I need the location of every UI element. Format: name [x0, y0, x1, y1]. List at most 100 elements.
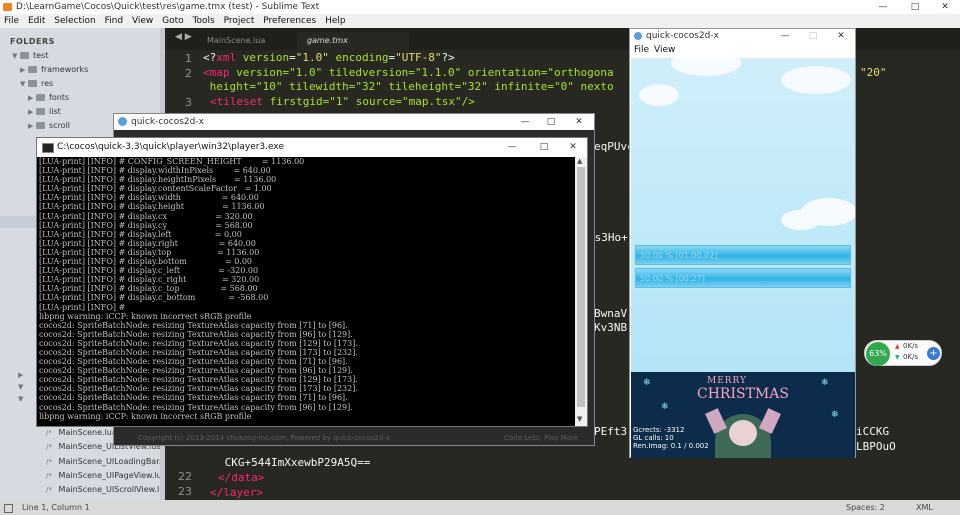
cloud: [671, 58, 741, 76]
merry-text: MERRY: [707, 376, 748, 386]
close-button[interactable]: ✕: [564, 115, 594, 129]
game-christmas-scene[interactable]: ❄ ❄ ❄ ❄ MERRY CHRISTMAS Gcrects: -3312 G…: [631, 372, 855, 458]
sim-menu-file[interactable]: File: [634, 43, 649, 57]
tree-arrow[interactable]: ▶: [18, 370, 26, 379]
console-line: libpng warning: iCCP: known incorrect sR…: [39, 311, 252, 321]
console-line: [LUA-print] [INFO] # CONFIG_SCREEN_HEIGH…: [39, 157, 305, 166]
tab-game-tmx[interactable]: game.tmx: [297, 32, 409, 50]
code-line-23[interactable]: </layer>: [210, 486, 263, 499]
code-line-2[interactable]: <map version="1.0" tiledversion="1.1.0" …: [203, 66, 614, 79]
menu-edit[interactable]: Edit: [28, 16, 45, 26]
scroll-down-arrow-icon[interactable]: ▼: [577, 415, 582, 423]
tree-item-fonts[interactable]: ▶ fonts: [28, 93, 69, 102]
tree-file-mainscene[interactable]: /* MainScene.lua: [46, 428, 117, 437]
console-line: [LUA-print] [INFO] #: [39, 302, 126, 312]
window-titlebar: D:\LearnGame\Cocos\Quick\test\res\game.t…: [0, 0, 960, 14]
menu-project[interactable]: Project: [224, 16, 255, 26]
code-line-2-wrap[interactable]: height="10" tilewidth="32" tileheight="3…: [203, 80, 614, 93]
tree-file-uipageview[interactable]: /* MainScene_UIPageView.lua: [46, 471, 167, 480]
tab-nav-arrows-icon[interactable]: ◀ ▶: [175, 32, 192, 42]
minimize-button[interactable]: —: [770, 29, 800, 43]
menu-preferences[interactable]: Preferences: [263, 16, 316, 26]
console-window[interactable]: C:\cocos\quick-3.3\quick\player\win32\pl…: [36, 137, 588, 427]
maximize-button[interactable]: □: [536, 115, 566, 129]
minimize-button[interactable]: —: [497, 140, 527, 154]
close-button[interactable]: ✕: [558, 140, 588, 154]
folder-icon: [36, 94, 45, 101]
menu-selection[interactable]: Selection: [54, 16, 95, 26]
scroll-thumb[interactable]: [577, 167, 585, 407]
tree-item-test[interactable]: ▼ test: [12, 51, 48, 60]
tree-item-res[interactable]: ▼ res: [20, 79, 53, 88]
code-line-1[interactable]: <?xml version="1.0" encoding="UTF-8"?>: [203, 51, 455, 64]
console-line: [LUA-print] [INFO] # display.cx = 320.00: [39, 211, 253, 221]
scroll-up-arrow-icon[interactable]: ▲: [577, 157, 582, 165]
menu-goto[interactable]: Goto: [162, 16, 184, 26]
menu-tools[interactable]: Tools: [193, 16, 215, 26]
tree-item-scroll[interactable]: ▶ scroll: [28, 121, 70, 130]
console-line: cocos2d: SpriteBatchNode: resizing Textu…: [39, 329, 353, 339]
tree-item-frameworks[interactable]: ▶ frameworks: [20, 65, 88, 74]
console-line: cocos2d: SpriteBatchNode: resizing Textu…: [39, 393, 348, 403]
menu-view[interactable]: View: [132, 16, 153, 26]
plus-icon[interactable]: +: [927, 347, 940, 360]
panel-toggle-icon[interactable]: [4, 504, 13, 513]
console-line: [LUA-print] [INFO] # display.contentScal…: [39, 184, 272, 194]
menu-file[interactable]: File: [4, 16, 19, 26]
code-line-22[interactable]: </data>: [218, 471, 264, 484]
maximize-button[interactable]: □: [529, 140, 559, 154]
maximize-button[interactable]: □: [900, 0, 930, 14]
code-fragment: iCCKG: [856, 425, 890, 438]
tree-arrow[interactable]: ▼: [18, 382, 26, 391]
close-button[interactable]: ✕: [930, 0, 960, 14]
copyright-text: Copyright (c) 2013-2014 chukong-inc.com,…: [138, 434, 390, 442]
download-arrow-icon: ▼: [895, 354, 900, 361]
network-speed-widget[interactable]: 63% ▲ 0K/s ▼ 0K/s +: [864, 340, 942, 366]
tree-item-list[interactable]: ▶ list: [28, 107, 61, 116]
expand-arrow-icon: ▼: [18, 383, 24, 391]
menu-find[interactable]: Find: [105, 16, 123, 26]
tree-file-uiscrollview[interactable]: /* MainScene_UIScrollView.lua: [46, 485, 169, 494]
tree-file-uiloadingbar[interactable]: /* MainScene_UILoadingBar.lua: [46, 457, 174, 466]
console-line: [LUA-print] [INFO] # display.c_bottom = …: [39, 293, 269, 303]
file-icon: /*: [46, 429, 52, 437]
cloud: [639, 84, 679, 106]
tree-arrow[interactable]: ▼: [18, 394, 26, 403]
sim-menu-view[interactable]: View: [654, 43, 675, 57]
console-line: [LUA-print] [INFO] # display.c_right = 3…: [39, 275, 260, 285]
console-line: [LUA-print] [INFO] # display.left = 0.00: [39, 229, 242, 239]
console-line: [LUA-print] [INFO] # display.c_left = -3…: [39, 266, 259, 276]
line-number: 1: [185, 52, 192, 65]
file-icon: /*: [46, 472, 52, 480]
window-title: D:\LearnGame\Cocos\Quick\test\res\game.t…: [16, 2, 320, 12]
character-sprite: [705, 408, 781, 458]
menu-help[interactable]: Help: [325, 16, 346, 26]
cursor-position: Line 1, Column 1: [22, 503, 90, 512]
maximize-button[interactable]: □: [798, 29, 828, 43]
simulator-titlebar: quick-cocos2d-x — □ ✕: [630, 29, 855, 43]
syntax-setting[interactable]: XML: [916, 500, 933, 515]
collapse-arrow-icon: ▶: [28, 94, 34, 102]
console-icon: [42, 143, 54, 153]
menu-bar: File Edit Selection Find View Goto Tools…: [0, 14, 960, 28]
christmas-text: CHRISTMAS: [697, 386, 789, 402]
app-icon: [118, 117, 127, 126]
folder-icon: [28, 66, 37, 73]
console-output[interactable]: [LUA-print] [INFO] # CONFIG_SCREEN_HEIGH…: [39, 157, 574, 426]
folder-icon: [20, 52, 29, 59]
usage-percent-badge: 63%: [866, 342, 890, 366]
expand-arrow-icon: ▼: [12, 52, 18, 60]
console-line: [LUA-print] [INFO] # display.right = 640…: [39, 238, 256, 248]
close-button[interactable]: ✕: [826, 29, 856, 43]
console-line: cocos2d: SpriteBatchNode: resizing Textu…: [39, 402, 353, 412]
tab-mainscene[interactable]: MainScene.lua: [197, 32, 275, 50]
console-line: [LUA-print] [INFO] # display.height = 11…: [39, 202, 265, 212]
simulator-window[interactable]: quick-cocos2d-x — □ ✕ File View 50.00 % …: [629, 28, 856, 458]
collapse-arrow-icon: ▶: [28, 122, 34, 130]
indent-setting[interactable]: Spaces: 2: [846, 500, 885, 515]
code-line-21[interactable]: CKG+544ImXxewbP29A5Q==: [218, 456, 371, 469]
code-line-3[interactable]: <tileset firstgid="1" source="map.tsx"/>: [210, 95, 475, 108]
game-sky-scene[interactable]: 50.00 % [01.00.02] 50.00 % [00:27]: [631, 58, 855, 372]
console-scrollbar[interactable]: ▲ ▼: [575, 157, 587, 426]
minimize-button[interactable]: —: [868, 0, 898, 14]
